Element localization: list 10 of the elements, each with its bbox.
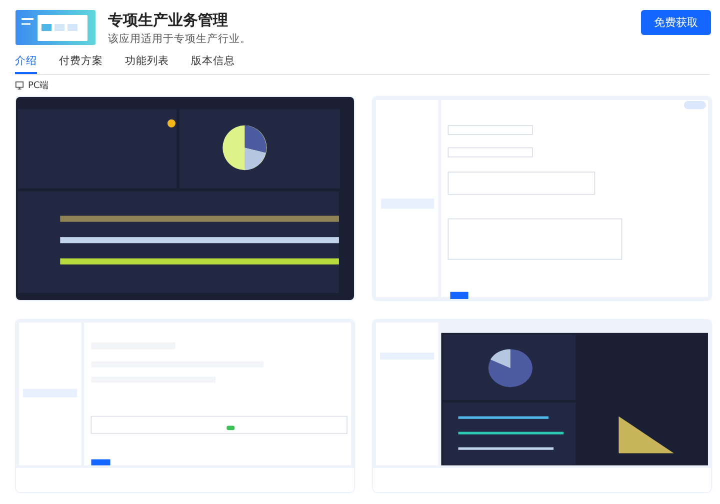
app-icon [15, 10, 96, 45]
app-title: 专项生产业务管理 [108, 10, 229, 30]
monitor-icon [15, 81, 24, 90]
tab[interactable]: 功能列表 [125, 54, 169, 74]
tab[interactable]: 版本信息 [191, 54, 235, 74]
platform-label: PC端 [28, 80, 49, 92]
tab[interactable]: 付费方案 [59, 54, 103, 74]
get-free-button[interactable]: 免费获取 [641, 10, 711, 35]
tab[interactable]: 介绍 [15, 54, 37, 74]
app-description: 该应用适用于专项生产行业。 [108, 32, 252, 46]
